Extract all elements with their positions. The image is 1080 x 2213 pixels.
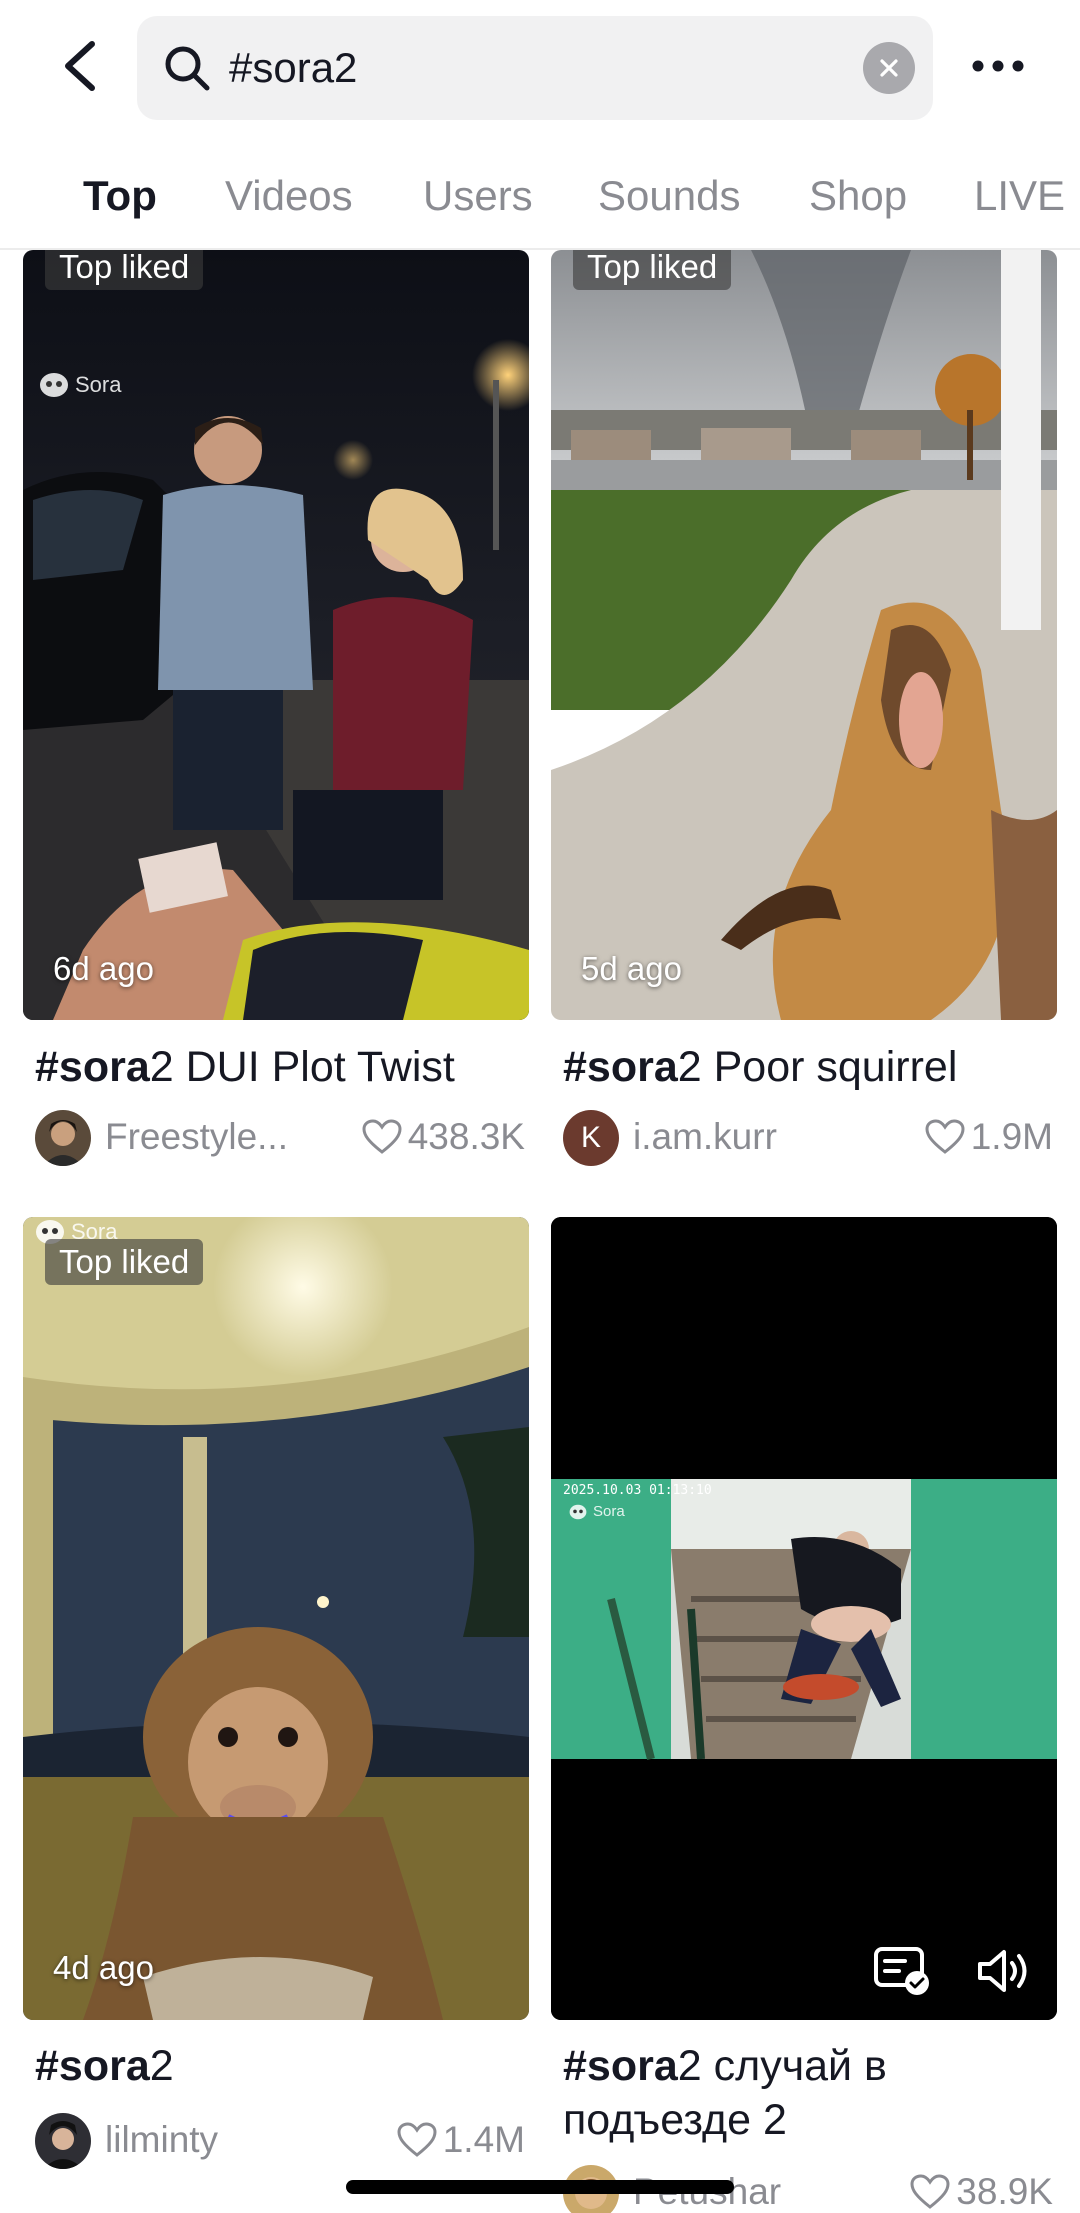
title-hashtag: #sora — [35, 1043, 150, 1091]
search-input[interactable] — [229, 16, 829, 120]
title-text: 2 Poor squirrel — [677, 1043, 958, 1091]
title-hashtag: #sora — [35, 2042, 150, 2090]
video-scene-stairwell — [551, 1217, 1057, 2020]
chevron-left-icon — [65, 41, 95, 91]
avatar[interactable]: K — [563, 1110, 619, 1166]
tab-users[interactable]: Users — [423, 172, 533, 220]
title-hashtag: #sora — [563, 2042, 678, 2090]
video-meta: Freestyle... 438.3K — [35, 1110, 525, 1168]
tab-top[interactable]: Top — [83, 172, 157, 220]
video-meta: lilminty 1.4M — [35, 2113, 525, 2171]
like-count-text: 1.9M — [970, 1116, 1053, 1157]
header: Top Videos Users Sounds Shop LIVE — [0, 0, 1080, 250]
posted-time: 5d ago — [581, 950, 682, 987]
top-liked-badge: Top liked — [45, 250, 204, 290]
avatar-letter: K — [580, 1121, 601, 1154]
video-thumbnail[interactable]: Top liked Sora 6d ago — [23, 250, 529, 1020]
avatar-image — [35, 1110, 91, 1166]
cctv-timestamp: 2025.10.03 01:13:10 — [563, 1483, 712, 1498]
tab-videos[interactable]: Videos — [225, 172, 353, 220]
captions-icon — [874, 1947, 929, 1995]
more-options-button[interactable] — [968, 44, 1028, 88]
video-thumbnail[interactable]: 2025.10.03 01:13:10 Sora — [551, 1217, 1057, 2020]
sora-logo-icon — [569, 1504, 587, 1519]
video-thumbnail[interactable]: Top liked 5d ago — [551, 250, 1057, 1020]
watermark-text: Sora — [593, 1503, 625, 1520]
sora-watermark: Sora — [569, 1503, 625, 1520]
video-meta: K i.am.kurr 1.9M — [563, 1110, 1053, 1168]
video-title[interactable]: #sora2 случай в подъезде 2 — [563, 2039, 1053, 2147]
close-icon — [880, 59, 898, 77]
captions-button[interactable] — [873, 1945, 931, 1997]
heart-icon — [397, 2122, 437, 2157]
username[interactable]: Freestyle... — [105, 1116, 288, 1158]
like-count[interactable]: 438.3K — [362, 1116, 525, 1158]
tab-live[interactable]: LIVE — [974, 172, 1065, 220]
like-count[interactable]: 38.9K — [910, 2171, 1053, 2213]
sora-logo-icon — [40, 373, 68, 397]
tab-shop[interactable]: Shop — [809, 172, 907, 220]
heart-icon — [925, 1119, 965, 1154]
avatar[interactable] — [35, 2113, 91, 2169]
title-text: 2 — [149, 2042, 174, 2090]
like-count-text: 438.3K — [407, 1116, 525, 1157]
clear-search-button[interactable] — [863, 42, 915, 94]
title-text: 2 DUI Plot Twist — [149, 1043, 455, 1091]
top-liked-badge: Top liked — [573, 250, 732, 290]
top-liked-badge: Top liked — [45, 1239, 204, 1285]
heart-icon — [362, 1119, 402, 1154]
video-title[interactable]: #sora2 Poor squirrel — [563, 1040, 1053, 1094]
watermark-text: Sora — [75, 372, 122, 397]
like-count[interactable]: 1.9M — [925, 1116, 1053, 1158]
tab-sounds[interactable]: Sounds — [598, 172, 740, 220]
title-hashtag: #sora — [563, 1043, 678, 1091]
username[interactable]: i.am.kurr — [633, 1116, 777, 1158]
sora-watermark: Sora — [39, 372, 121, 398]
home-indicator[interactable] — [346, 2180, 734, 2194]
avatar[interactable] — [35, 1110, 91, 1166]
video-scene-tornado — [551, 250, 1057, 1020]
posted-time: 6d ago — [53, 950, 154, 987]
like-count-text: 1.4M — [442, 2119, 525, 2160]
back-button[interactable] — [52, 34, 112, 98]
video-thumbnail[interactable]: Sora Top liked 4d ago — [23, 1217, 529, 2020]
volume-icon — [978, 1950, 1027, 1992]
like-count-text: 38.9K — [956, 2171, 1053, 2212]
video-scene-night-street — [23, 250, 529, 1020]
username[interactable]: lilminty — [105, 2119, 218, 2161]
search-tabs: Top Videos Users Sounds Shop LIVE — [0, 160, 1080, 250]
video-scene-porch-monkey — [23, 1217, 529, 2020]
search-icon — [165, 46, 210, 91]
video-title[interactable]: #sora2 DUI Plot Twist — [35, 1040, 525, 1094]
more-horizontal-icon — [972, 60, 1024, 72]
posted-time: 4d ago — [53, 1949, 154, 1986]
volume-button[interactable] — [976, 1947, 1032, 1995]
heart-icon — [910, 2174, 950, 2209]
like-count[interactable]: 1.4M — [397, 2119, 525, 2161]
video-title[interactable]: #sora2 — [35, 2039, 525, 2093]
search-bar[interactable] — [137, 16, 933, 120]
avatar-image — [35, 2113, 91, 2169]
